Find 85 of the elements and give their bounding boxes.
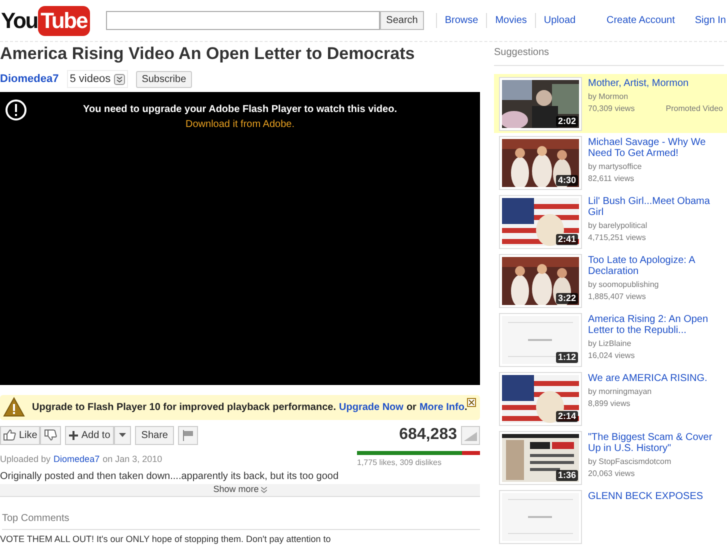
- dislike-button[interactable]: [40, 426, 62, 444]
- suggestion-item[interactable]: 2:41 Lil' Bush Girl...Meet Obama Girl by barelypolitical 4,715,251 views: [494, 192, 727, 251]
- video-title: America Rising Video An Open Letter to Democrats: [0, 43, 416, 65]
- caret-icon: [119, 433, 126, 437]
- video-player[interactable]: You need to upgrade your Adobe Flash Player to watch this video. Download it from Adobe.: [0, 92, 480, 384]
- thumbs-down-icon: [44, 429, 58, 441]
- suggestion-author: by soomopublishing: [588, 279, 660, 291]
- suggestion-author: by LizBlaine: [588, 338, 632, 350]
- promoted-label: Promoted Video: [666, 103, 723, 115]
- suggestion-author: by StopFascismdotcom: [588, 456, 672, 468]
- suggestions-heading: Suggestions: [494, 45, 724, 66]
- nav-link[interactable]: Browse: [436, 13, 486, 28]
- suggestion-item[interactable]: 2:02 Mother, Artist, Mormon by Mormon 70,309 views Promoted Video: [494, 74, 727, 133]
- share-button[interactable]: Share: [135, 426, 174, 444]
- chevron-icon: [260, 487, 267, 493]
- suggestion-author: by morningmayan: [588, 386, 653, 398]
- suggestion-author: by barelypolitical: [588, 220, 648, 232]
- suggestion-views: 8,899 views: [588, 398, 630, 410]
- upload-date: on Jan 3, 2010: [102, 452, 162, 466]
- search-button[interactable]: Search: [380, 11, 424, 30]
- suggestion-item[interactable]: 1:12 America Rising 2: An Open Letter to the Republi... by LizBlaine 16,024 views: [494, 310, 727, 369]
- suggestion-item[interactable]: 3:22 Too Late to Apologize: A Declaration by soomopublishing 1,885,407 views: [494, 251, 727, 310]
- view-count: 684,283: [399, 425, 457, 445]
- show-more-button[interactable]: Show more: [0, 484, 480, 497]
- upgrade-link[interactable]: Upgrade Now: [339, 400, 404, 414]
- like-button[interactable]: Like: [0, 426, 40, 444]
- duration-badge: 2:02: [556, 116, 578, 127]
- thumbs-up-icon: [3, 429, 16, 441]
- suggestion-author: by Mormon: [588, 91, 630, 103]
- comment-text: VOTE THEM ALL OUT! It's our ONLY hope of stopping them. Don't pay attention to: [0, 534, 332, 545]
- chart-icon: [464, 430, 477, 440]
- suggestion-views: 1,885,407 views: [588, 291, 646, 303]
- suggestion-title[interactable]: Lil' Bush Girl...Meet Obama Girl: [588, 196, 723, 218]
- account-link[interactable]: Sign In: [694, 13, 726, 28]
- video-description: Originally posted and then taken down....apparently its back, but its too good: [0, 470, 340, 484]
- notice-period: .: [464, 400, 468, 414]
- suggestion-item[interactable]: 4:30 Michael Savage - Why We Need To Get Armed! by martysoffice 82,611 views: [494, 133, 727, 192]
- add-to-dropdown[interactable]: [114, 426, 132, 444]
- suggestion-item[interactable]: GLENN BECK EXPOSES: [494, 487, 727, 545]
- download-link[interactable]: Download it from Adobe.: [186, 116, 294, 132]
- suggestion-title[interactable]: GLENN BECK EXPOSES: [588, 491, 723, 502]
- likes-dislikes: 1,775 likes, 309 dislikes: [357, 456, 442, 468]
- plus-icon: [69, 430, 78, 440]
- add-to-button[interactable]: Add to: [65, 426, 114, 444]
- account-link[interactable]: Create Account: [606, 13, 675, 28]
- suggestion-item[interactable]: 2:14 We are AMERICA RISING. by morningmayan 8,899 views: [494, 369, 727, 428]
- video-count-button[interactable]: 5 videos: [66, 70, 128, 88]
- more-info-link[interactable]: More Info: [419, 400, 464, 414]
- suggestion-title[interactable]: Michael Savage - Why We Need To Get Armed!: [588, 137, 723, 159]
- nav-link[interactable]: Movies: [486, 13, 535, 28]
- duration-badge: 1:12: [556, 352, 578, 363]
- duration-badge: 4:30: [556, 175, 578, 186]
- suggestion-views: 16,024 views: [588, 350, 635, 362]
- suggestion-title[interactable]: America Rising 2: An Open Letter to the Republi...: [588, 314, 723, 336]
- alert-icon: [5, 98, 27, 120]
- notice-or: or: [406, 400, 416, 414]
- suggestion-author: by martysoffice: [588, 161, 643, 173]
- duration-badge: 1:36: [556, 470, 578, 481]
- suggestion-title[interactable]: We are AMERICA RISING.: [588, 373, 723, 384]
- suggestion-views: 20,063 views: [588, 468, 635, 480]
- suggestion-title[interactable]: Mother, Artist, Mormon: [588, 78, 723, 89]
- close-icon[interactable]: [467, 398, 476, 406]
- uploaded-label: Uploaded by: [0, 452, 51, 466]
- channel-link[interactable]: Diomedea7: [0, 70, 59, 88]
- nav-link[interactable]: Upload: [534, 13, 584, 28]
- warning-icon: [3, 397, 25, 417]
- flag-icon: [182, 430, 194, 440]
- flag-button[interactable]: [178, 426, 198, 444]
- chevron-icon: [114, 74, 125, 84]
- suggestion-title[interactable]: Too Late to Apologize: A Declaration: [588, 255, 723, 277]
- suggestion-views: 82,611 views: [588, 173, 634, 185]
- player-message: You need to upgrade your Adobe Flash Player to watch this video.: [83, 102, 397, 116]
- duration-badge: 2:41: [556, 234, 578, 245]
- duration-badge: 3:22: [556, 293, 578, 304]
- uploader-link[interactable]: Diomedea7: [54, 452, 100, 466]
- suggestion-views: 70,309 views: [588, 103, 635, 115]
- suggestion-views: 4,715,251 views: [588, 232, 646, 244]
- suggestion-item[interactable]: 1:36 "The Biggest Scam & Cover Up in U.S. History" by StopFascismdotcom 20,063 views: [494, 428, 727, 487]
- suggestion-title[interactable]: "The Biggest Scam & Cover Up in U.S. History": [588, 432, 723, 454]
- search-field[interactable]: [106, 11, 380, 30]
- video-count: 5 videos: [70, 72, 111, 87]
- notice-text: Upgrade to Flash Player 10 for improved playback performance.: [32, 400, 336, 414]
- duration-badge: 2:14: [556, 411, 578, 422]
- subscribe-button[interactable]: Subscribe: [136, 70, 192, 88]
- comments-heading: Top Comments: [2, 511, 480, 530]
